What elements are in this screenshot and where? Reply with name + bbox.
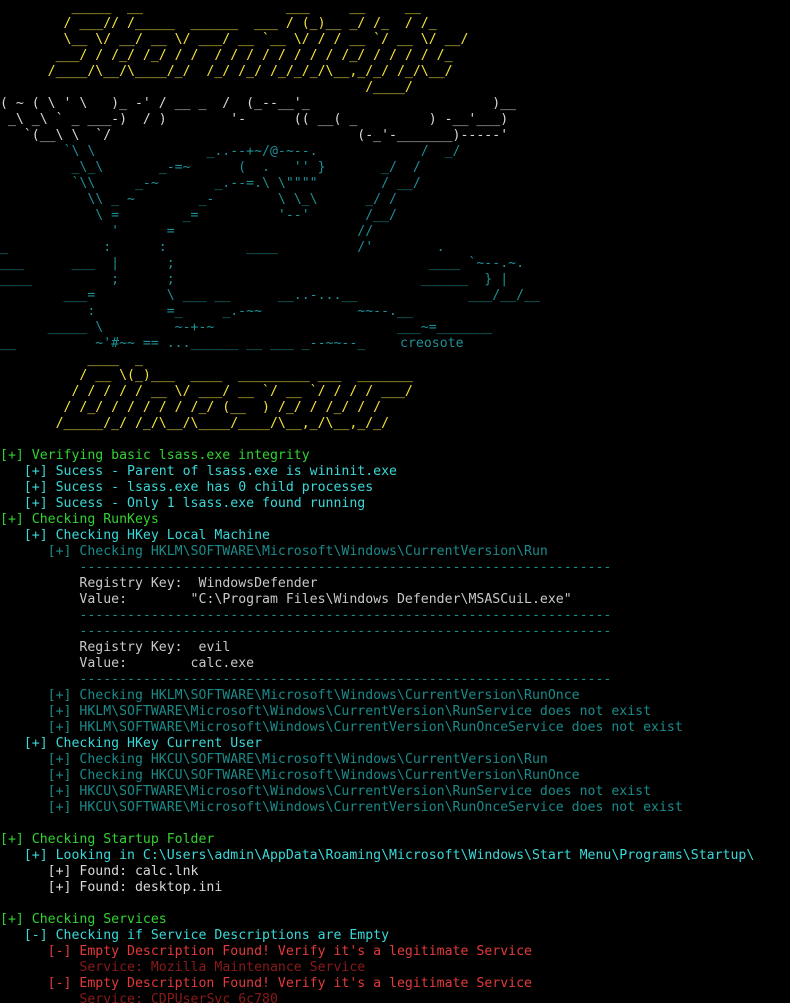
log-line: [+] Checking Startup Folder <box>0 832 790 848</box>
log-text: [+] Found: calc.lnk <box>47 864 199 879</box>
log-line: Registry Key: evil <box>0 640 790 656</box>
log-text: [+] HKCU\SOFTWARE\Microsoft\Windows\Curr… <box>47 800 683 815</box>
log-line: [-] Empty Description Found! Verify it's… <box>0 976 790 992</box>
log-line: [+] Sucess - lsass.exe has 0 child proce… <box>0 480 790 496</box>
log-line: Value: calc.exe <box>0 656 790 672</box>
terminal-window: _____ __ ___ __ __ / ___// /_____ ______… <box>0 0 790 1003</box>
log-text: Value: "C:\Program Files\Windows Defende… <box>79 592 572 607</box>
log-line: [+] HKLM\SOFTWARE\Microsoft\Windows\Curr… <box>0 720 790 736</box>
log-line: [+] Checking RunKeys <box>0 512 790 528</box>
log-line: [+] Checking HKCU\SOFTWARE\Microsoft\Win… <box>0 768 790 784</box>
ascii-illustration: `\ \ _..--+~/@-~--. / _/ _\_\ _-=~ ( . '… <box>0 144 540 351</box>
log-text: [+] Checking RunKeys <box>0 512 159 527</box>
log-line: [+] Checking HKCU\SOFTWARE\Microsoft\Win… <box>0 752 790 768</box>
log-line: [+] Sucess - Only 1 lsass.exe found runn… <box>0 496 790 512</box>
log-line: [-] Empty Description Found! Verify it's… <box>0 944 790 960</box>
log-line: [+] Sucess - Parent of lsass.exe is wini… <box>0 464 790 480</box>
log-text: [+] HKCU\SOFTWARE\Microsoft\Windows\Curr… <box>47 784 652 799</box>
banner-title-art: _____ __ ___ __ __ / ___// /_____ ______… <box>47 0 469 95</box>
log-text: [+] Checking Startup Folder <box>0 832 215 847</box>
log-text: ----------------------------------------… <box>79 624 612 639</box>
log-text: [+] HKLM\SOFTWARE\Microsoft\Windows\Curr… <box>47 720 683 735</box>
log-text: ----------------------------------------… <box>79 608 612 623</box>
log-line: ----------------------------------------… <box>0 624 790 640</box>
log-text: [-] Checking if Service Descriptions are… <box>23 928 390 943</box>
log-line: [+] Verifying basic lsass.exe integrity <box>0 448 790 464</box>
log-text: Value: calc.exe <box>79 656 255 671</box>
log-line: [+] Checking Services <box>0 912 790 928</box>
log-text: [+] Checking Services <box>0 912 167 927</box>
log-line: Service: CDPUserSvc_6c780 <box>0 992 790 1003</box>
log-text: [+] Checking HKCU\SOFTWARE\Microsoft\Win… <box>47 768 580 783</box>
log-line: [-] Checking if Service Descriptions are… <box>0 928 790 944</box>
banner-white-art: ( ~ ( \ ' \ )_ -' / __ _ / (_--__'_ )__ … <box>0 96 517 143</box>
log-text: [+] Checking HKey Local Machine <box>23 528 270 543</box>
log-line: [+] Looking in C:\Users\admin\AppData\Ro… <box>0 848 790 864</box>
log-line: [+] Checking HKLM\SOFTWARE\Microsoft\Win… <box>0 544 790 560</box>
log-text: [+] Checking HKLM\SOFTWARE\Microsoft\Win… <box>47 544 548 559</box>
banner-teal-art: `\ \ _..--+~/@-~--. / _/ _\_\ _-=~ ( . '… <box>0 144 540 352</box>
log-text: [+] Found: desktop.ini <box>47 880 223 895</box>
log-line: [+] HKCU\SOFTWARE\Microsoft\Windows\Curr… <box>0 800 790 816</box>
log-text: Service: Mozilla Maintenance Service <box>79 960 366 975</box>
log-text: Registry Key: WindowsDefender <box>79 576 318 591</box>
art-credit: creosote <box>400 336 464 351</box>
log-line: ----------------------------------------… <box>0 608 790 624</box>
log-text: [+] Sucess - Only 1 lsass.exe found runn… <box>23 496 366 511</box>
log-text: [+] Looking in C:\Users\admin\AppData\Ro… <box>23 848 755 863</box>
log-line: ----------------------------------------… <box>0 560 790 576</box>
log-text: Service: CDPUserSvc_6c780 <box>79 992 278 1003</box>
log-line: Registry Key: WindowsDefender <box>0 576 790 592</box>
log-line: Value: "C:\Program Files\Windows Defende… <box>0 592 790 608</box>
log-text: [+] Verifying basic lsass.exe integrity <box>0 448 310 463</box>
log-text: [-] Empty Description Found! Verify it's… <box>47 976 532 991</box>
log-text: [+] Checking HKLM\SOFTWARE\Microsoft\Win… <box>47 688 580 703</box>
log-line: [+] Checking HKey Current User <box>0 736 790 752</box>
banner-subtitle-art: ____ _ / __ \(_)___ ____ _________ ___ _… <box>55 352 413 431</box>
log-line: [+] Checking HKLM\SOFTWARE\Microsoft\Win… <box>0 688 790 704</box>
log-text: [+] HKLM\SOFTWARE\Microsoft\Windows\Curr… <box>47 704 652 719</box>
output-log: [+] Verifying basic lsass.exe integrity … <box>0 448 790 1003</box>
log-text: Registry Key: evil <box>79 640 231 655</box>
log-line: [+] Found: calc.lnk <box>0 864 790 880</box>
log-line: [+] HKLM\SOFTWARE\Microsoft\Windows\Curr… <box>0 704 790 720</box>
log-line: Service: Mozilla Maintenance Service <box>0 960 790 976</box>
log-text: [+] Sucess - lsass.exe has 0 child proce… <box>23 480 374 495</box>
log-line: [+] HKCU\SOFTWARE\Microsoft\Windows\Curr… <box>0 784 790 800</box>
log-line: ----------------------------------------… <box>0 672 790 688</box>
log-text: [-] Empty Description Found! Verify it's… <box>47 944 532 959</box>
log-text: ----------------------------------------… <box>79 672 612 687</box>
log-text: [+] Checking HKey Current User <box>23 736 263 751</box>
log-text: [+] Sucess - Parent of lsass.exe is wini… <box>23 464 397 479</box>
log-text: ----------------------------------------… <box>79 560 612 575</box>
log-line: [+] Found: desktop.ini <box>0 880 790 896</box>
log-text: [+] Checking HKCU\SOFTWARE\Microsoft\Win… <box>47 752 548 767</box>
log-line: [+] Checking HKey Local Machine <box>0 528 790 544</box>
